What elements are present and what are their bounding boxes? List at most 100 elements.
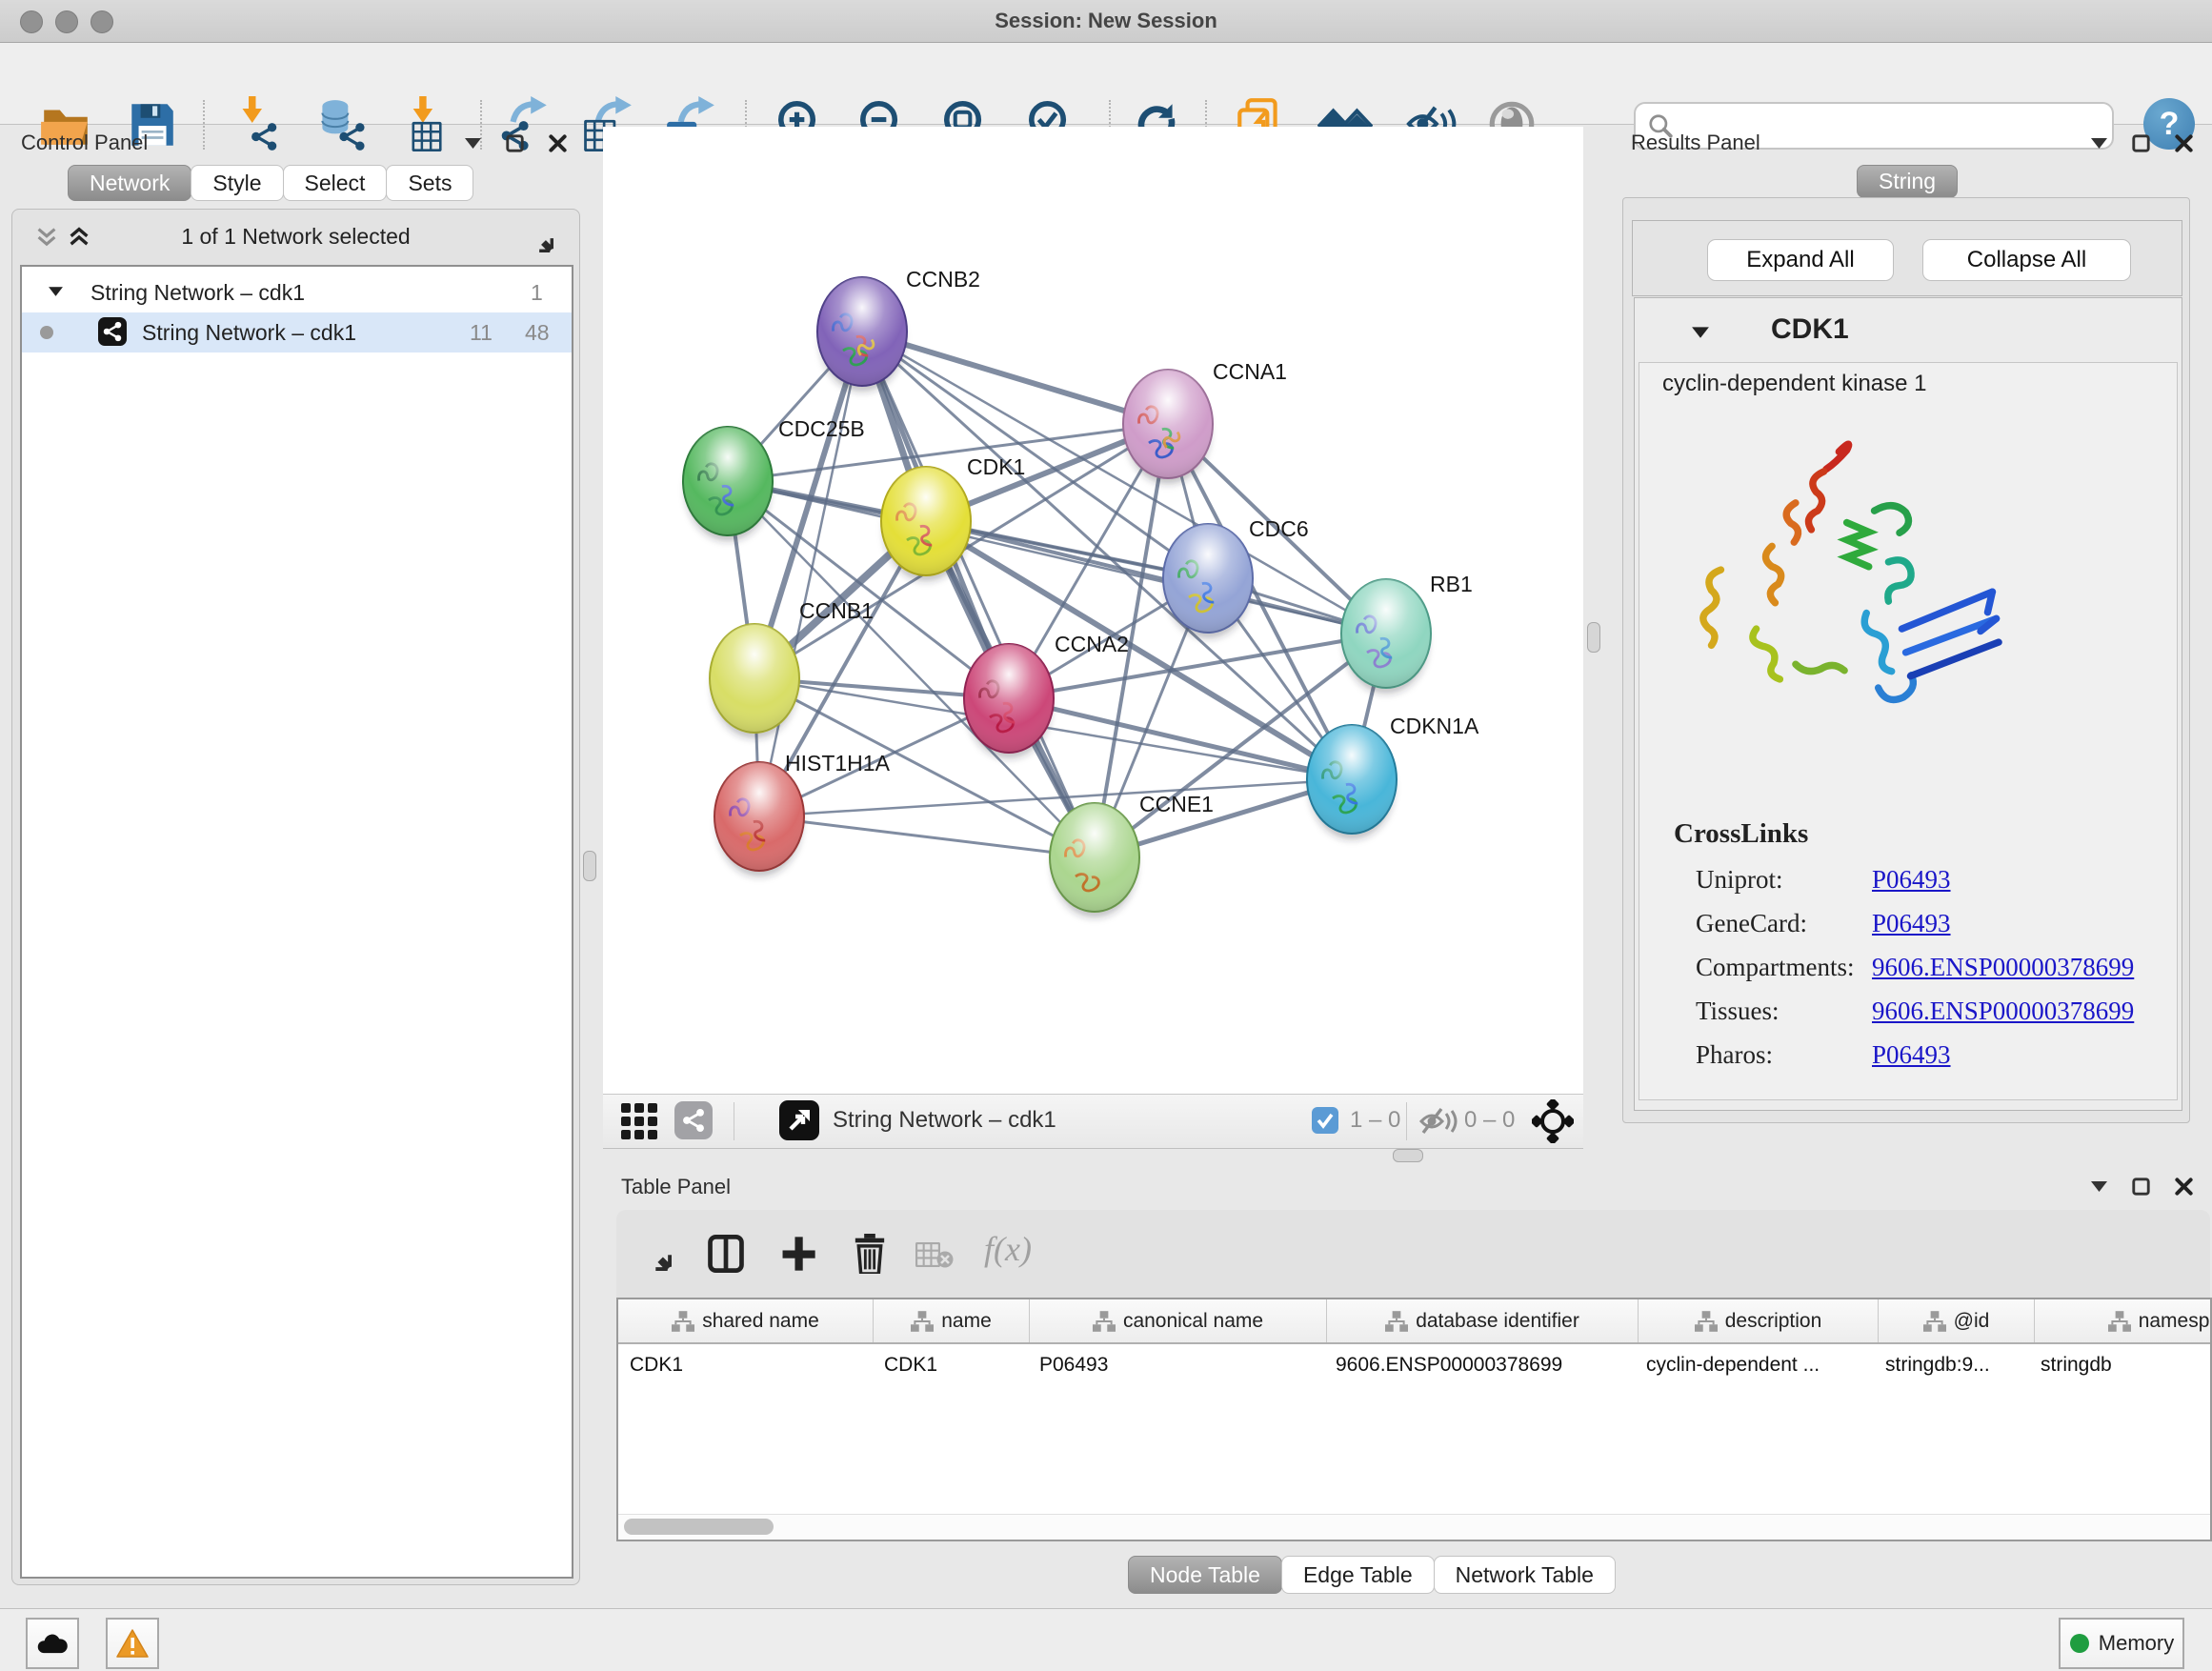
network-options-gear-icon[interactable] bbox=[523, 222, 553, 252]
crosslink-link[interactable]: P06493 bbox=[1872, 1040, 1951, 1070]
node-label-HIST1H1A: HIST1H1A bbox=[785, 751, 891, 775]
tab-style[interactable]: Style bbox=[191, 165, 283, 201]
table-hscrollbar-thumb[interactable] bbox=[624, 1519, 774, 1535]
node-CCNB2[interactable]: CCNB2 bbox=[817, 267, 980, 392]
node-CCNA2[interactable]: CCNA2 bbox=[964, 632, 1129, 758]
pan-crosshair-icon[interactable] bbox=[1532, 1099, 1574, 1143]
node-label-CCNA2: CCNA2 bbox=[1055, 632, 1129, 656]
node-RB1[interactable]: RB1 bbox=[1341, 572, 1473, 694]
cloud-button[interactable] bbox=[26, 1618, 79, 1669]
node-CDC25B[interactable]: CDC25B bbox=[683, 416, 865, 541]
network-selection-status-row: 1 of 1 Network selected bbox=[12, 221, 579, 255]
gene-detail-panel: cyclin-dependent kinase 1 bbox=[1639, 362, 2178, 1100]
expand-collapse-box: Expand All Collapse All bbox=[1632, 220, 2182, 296]
table-cell[interactable]: CDK1 bbox=[618, 1354, 873, 1377]
hidden-counter: 0 – 0 bbox=[1464, 1107, 1515, 1134]
edge-CCNB2-CCNA1[interactable] bbox=[862, 332, 1168, 424]
collection-label: String Network – cdk1 bbox=[90, 280, 305, 306]
memory-label: Memory bbox=[2099, 1631, 2174, 1656]
crosslink-link[interactable]: P06493 bbox=[1872, 865, 1951, 895]
bottom-splitter-handle[interactable] bbox=[1393, 1149, 1423, 1162]
crosslink-link[interactable]: 9606.ENSP00000378699 bbox=[1872, 997, 2134, 1026]
network-edge-count: 48 bbox=[525, 320, 550, 346]
cloud-icon bbox=[36, 1632, 69, 1655]
network-collection-row[interactable]: String Network – cdk1 1 bbox=[22, 274, 572, 314]
gene-section-expander-icon[interactable] bbox=[1692, 327, 1709, 338]
close-panel-icon[interactable] bbox=[2175, 1178, 2193, 1196]
gene-description: cyclin-dependent kinase 1 bbox=[1662, 371, 1927, 397]
network-selection-status: 1 of 1 Network selected bbox=[12, 224, 579, 250]
crosslink-link[interactable]: P06493 bbox=[1872, 909, 1951, 938]
edge-CDK1-RB1[interactable] bbox=[926, 521, 1386, 634]
edge-HIST1H1A-CCNE1[interactable] bbox=[759, 816, 1095, 857]
node-label-CDK1: CDK1 bbox=[967, 454, 1025, 479]
tab-string[interactable]: String bbox=[1857, 165, 1958, 198]
column-header-canonical-name[interactable]: canonical name bbox=[1030, 1299, 1327, 1342]
float-panel-icon[interactable] bbox=[2091, 138, 2107, 149]
crosslink-link[interactable]: 9606.ENSP00000378699 bbox=[1872, 953, 2134, 982]
table-row[interactable]: CDK1CDK1P064939606.ENSP00000378699cyclin… bbox=[618, 1344, 2210, 1385]
table-panel-header-icons bbox=[2091, 1178, 2193, 1196]
memory-button[interactable]: Memory bbox=[2059, 1618, 2184, 1669]
function-builder-icon: f(x) bbox=[984, 1229, 1032, 1269]
column-header-description[interactable]: description bbox=[1639, 1299, 1879, 1342]
float-panel-icon[interactable] bbox=[2091, 1181, 2107, 1192]
selected-nodes-checkbox-icon[interactable] bbox=[1312, 1107, 1338, 1134]
delete-column-icon[interactable] bbox=[853, 1234, 887, 1274]
float-panel-icon[interactable] bbox=[465, 138, 481, 149]
network-share-view-icon[interactable] bbox=[674, 1101, 713, 1139]
node-CDKN1A[interactable]: CDKN1A bbox=[1307, 714, 1479, 839]
node-CCNB1[interactable]: CCNB1 bbox=[710, 598, 874, 738]
network-row[interactable]: String Network – cdk1 11 48 bbox=[22, 312, 572, 352]
expand-all-button[interactable]: Expand All bbox=[1707, 239, 1894, 281]
node-CDK1[interactable]: CDK1 bbox=[881, 454, 1025, 581]
left-splitter-handle[interactable] bbox=[583, 851, 596, 881]
edge-CCNA2-CDKN1A[interactable] bbox=[1009, 698, 1352, 779]
maximize-panel-icon[interactable] bbox=[2132, 1178, 2150, 1196]
column-header-database-identifier[interactable]: database identifier bbox=[1327, 1299, 1639, 1342]
edge-CCNB2-CCNE1[interactable] bbox=[862, 332, 1095, 857]
results-panel-header-icons bbox=[2091, 134, 2193, 152]
table-cell[interactable]: CDK1 bbox=[873, 1354, 1028, 1377]
column-header-name[interactable]: name bbox=[874, 1299, 1030, 1342]
tab-sets[interactable]: Sets bbox=[386, 165, 473, 201]
maximize-panel-icon[interactable] bbox=[2132, 134, 2150, 152]
collection-expander-icon[interactable] bbox=[49, 287, 63, 296]
birds-eye-view-icon[interactable] bbox=[779, 1100, 819, 1140]
table-options-gear-icon[interactable] bbox=[637, 1237, 672, 1271]
column-header--id[interactable]: @id bbox=[1879, 1299, 2035, 1342]
tab-select[interactable]: Select bbox=[283, 165, 388, 201]
node-CCNE1[interactable]: CCNE1 bbox=[1050, 792, 1214, 917]
tab-network-table[interactable]: Network Table bbox=[1434, 1556, 1616, 1594]
column-header-namespace[interactable]: namespace bbox=[2035, 1299, 2212, 1342]
tab-edge-table[interactable]: Edge Table bbox=[1281, 1556, 1435, 1594]
right-splitter-handle[interactable] bbox=[1587, 622, 1600, 653]
maximize-panel-icon[interactable] bbox=[506, 134, 524, 152]
table-cell[interactable]: stringdb bbox=[2029, 1354, 2212, 1377]
network-panel-body: 1 of 1 Network selected String Network –… bbox=[11, 209, 580, 1585]
column-header-shared-name[interactable]: shared name bbox=[618, 1299, 874, 1342]
close-panel-icon[interactable] bbox=[549, 134, 567, 152]
crosslink-label: Tissues: bbox=[1696, 997, 1780, 1026]
network-canvas[interactable]: CCNB2CCNA1CDC25BCDK1CDC6RB1CCNB1CCNA2HIS… bbox=[603, 127, 1583, 1094]
table-cell[interactable]: stringdb:9... bbox=[1874, 1354, 2029, 1377]
tab-node-table[interactable]: Node Table bbox=[1128, 1556, 1282, 1594]
close-panel-icon[interactable] bbox=[2175, 134, 2193, 152]
status-bar: Memory bbox=[0, 1608, 2212, 1671]
table-panel-title: Table Panel bbox=[621, 1175, 731, 1199]
table-cell[interactable]: P06493 bbox=[1028, 1354, 1324, 1377]
warnings-button[interactable] bbox=[106, 1618, 159, 1669]
collection-count: 1 bbox=[531, 280, 543, 306]
hidden-items-eye-slash-icon bbox=[1416, 1106, 1458, 1137]
grid-view-icon[interactable] bbox=[621, 1103, 659, 1139]
node-HIST1H1A[interactable]: HIST1H1A bbox=[714, 751, 891, 876]
table-cell[interactable]: 9606.ENSP00000378699 bbox=[1324, 1354, 1635, 1377]
collapse-all-button[interactable]: Collapse All bbox=[1922, 239, 2131, 281]
node-CCNA1[interactable]: CCNA1 bbox=[1123, 359, 1287, 484]
show-columns-icon[interactable] bbox=[708, 1235, 744, 1273]
table-cell[interactable]: cyclin-dependent ... bbox=[1635, 1354, 1874, 1377]
tab-network[interactable]: Network bbox=[68, 165, 191, 201]
navbar-separator bbox=[1406, 1102, 1407, 1140]
table-hscrollbar[interactable] bbox=[618, 1514, 2210, 1540]
create-column-icon[interactable] bbox=[780, 1235, 816, 1273]
